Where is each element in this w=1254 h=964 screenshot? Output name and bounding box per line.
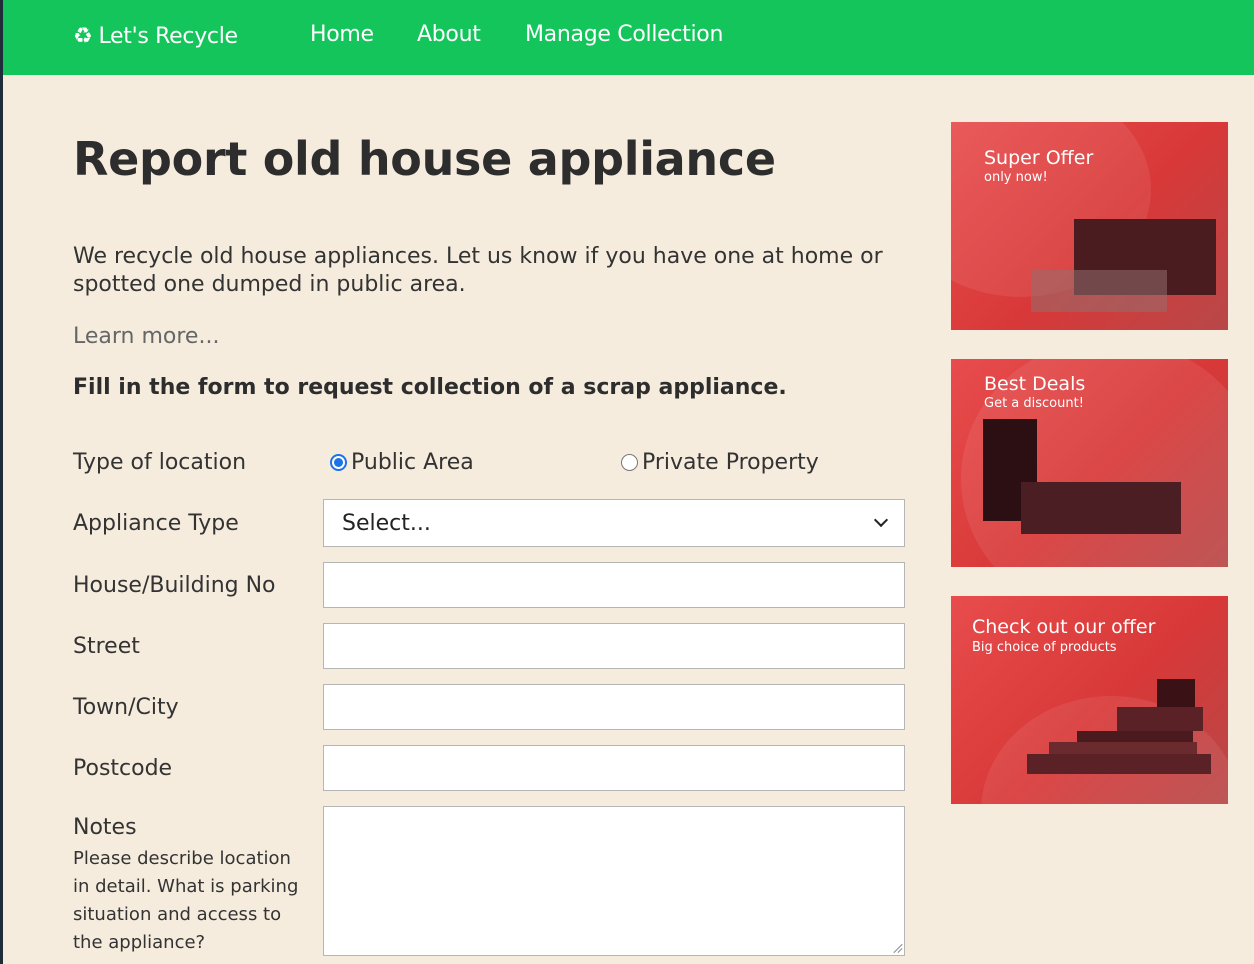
ad-banner-check-out-offer[interactable]: Check out our offer Big choice of produc… xyxy=(951,596,1228,804)
appliance-type-value: Select... xyxy=(342,510,431,536)
house-number-input[interactable] xyxy=(323,562,905,608)
nav-link-about[interactable]: About xyxy=(417,22,481,47)
brand-name: Let's Recycle xyxy=(98,24,238,49)
appliance-type-select[interactable]: Select... xyxy=(323,499,905,547)
ad-title: Super Offer xyxy=(984,147,1094,169)
resize-handle-icon[interactable] xyxy=(892,943,902,953)
notes-label: Notes xyxy=(73,815,137,840)
town-city-input[interactable] xyxy=(323,684,905,730)
page-title: Report old house appliance xyxy=(73,132,776,186)
ad-title: Check out our offer xyxy=(972,616,1156,638)
recycle-icon: ♻ xyxy=(73,24,93,49)
brand-logo[interactable]: ♻ Let's Recycle xyxy=(73,24,238,49)
ad-banner-super-offer[interactable]: Super Offer only now! xyxy=(951,122,1228,330)
radio-private-property-control[interactable] xyxy=(621,454,638,471)
street-label: Street xyxy=(73,634,140,659)
ad-title: Best Deals xyxy=(984,373,1086,395)
house-number-label: House/Building No xyxy=(73,573,276,598)
radio-public-area-control[interactable] xyxy=(330,454,347,471)
postcode-input[interactable] xyxy=(323,745,905,791)
ad-graphic-block xyxy=(1157,679,1195,709)
notes-help-text: Please describe location in detail. What… xyxy=(73,848,299,953)
radio-private-property-label: Private Property xyxy=(642,450,819,475)
appliance-type-label: Appliance Type xyxy=(73,511,239,536)
radio-public-area[interactable]: Public Area xyxy=(330,450,474,475)
window-edge xyxy=(0,0,3,964)
street-input[interactable] xyxy=(323,623,905,669)
nav-link-manage-collection[interactable]: Manage Collection xyxy=(525,22,723,47)
learn-more-link[interactable]: Learn more... xyxy=(73,324,219,349)
town-city-label: Town/City xyxy=(73,695,179,720)
location-type-label: Type of location xyxy=(73,450,247,475)
postcode-label: Postcode xyxy=(73,756,173,781)
intro-text: We recycle old house appliances. Let us … xyxy=(73,244,883,297)
ad-graphic-block xyxy=(1021,482,1181,534)
nav-link-home[interactable]: Home xyxy=(310,22,374,47)
ad-subtitle: Get a discount! xyxy=(984,396,1084,411)
top-navbar: ♻ Let's Recycle Home About Manage Collec… xyxy=(3,0,1254,75)
radio-private-property[interactable]: Private Property xyxy=(621,450,819,475)
radio-public-area-label: Public Area xyxy=(351,450,474,475)
chevron-down-icon xyxy=(873,512,889,528)
ad-graphic-block xyxy=(1117,707,1203,731)
notes-textarea[interactable] xyxy=(323,806,905,956)
form-heading: Fill in the form to request collection o… xyxy=(73,375,787,400)
ad-subtitle: only now! xyxy=(984,170,1048,185)
ad-banner-best-deals[interactable]: Best Deals Get a discount! xyxy=(951,359,1228,567)
ad-graphic-block xyxy=(1027,754,1211,774)
ad-graphic-block xyxy=(1031,270,1167,312)
ad-subtitle: Big choice of products xyxy=(972,640,1117,655)
